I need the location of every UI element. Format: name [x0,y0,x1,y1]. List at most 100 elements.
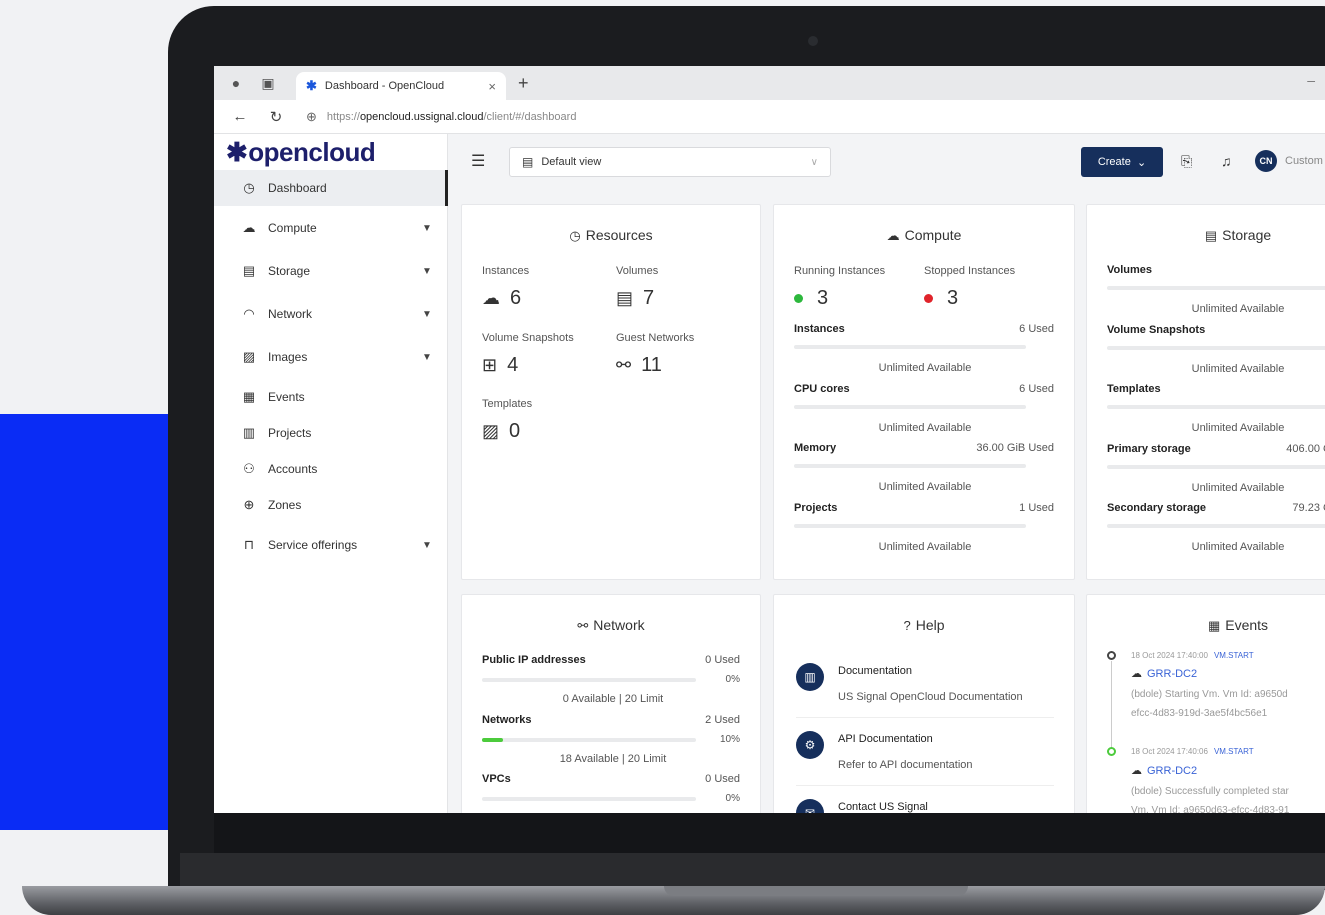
question-circle-icon: ? [903,618,911,633]
quota-progress-bar [482,678,696,682]
volumes-count[interactable]: ▤ 7 [616,287,654,310]
project-switch-icon[interactable]: ⎘ [1181,153,1192,170]
sidebar-item-label: Accounts [268,462,318,476]
quota-available: Unlimited Available [1191,422,1285,434]
event-resource-link[interactable]: ☁ GRR-DC2 [1131,764,1197,777]
browser-tab[interactable]: ✱ Dashboard - OpenCloud × [296,72,506,100]
new-tab-icon[interactable]: + [518,73,529,94]
sidebar: ✱opencloud ◷ Dashboard ☁ Compute ▼ ▤ Sto… [214,134,448,813]
templates-count[interactable]: ▨ 0 [482,420,520,443]
menu-fold-icon[interactable]: ☰ [471,151,485,171]
quota-available: Unlimited Available [878,421,972,434]
account-name[interactable]: Custom [1285,155,1323,167]
quota-used: 406.00 Gi [1286,442,1325,455]
sidebar-item-label: Zones [268,498,302,512]
layout-icon: ▤ [522,155,534,169]
sidebar-item-events[interactable]: ▦ Events [214,379,448,415]
apartment-icon: ⚯ [577,618,589,633]
quota-progress-bar [794,345,1026,349]
sidebar-item-network[interactable]: ◠ Network ▼ [214,296,448,332]
quota-available: Unlimited Available [878,362,972,374]
volume-snapshots-label: Volume Snapshots [482,332,574,344]
event-description: (bdole) Starting Vm. Vm Id: a9650d [1131,689,1288,700]
chevron-down-icon: ▼ [422,539,432,551]
instances-count[interactable]: ☁ 6 [482,287,521,310]
resources-card: ◷ Resources Instances Volumes ☁ 6 ▤ 7 Volum… [461,204,761,580]
api-icon[interactable]: ⚙ [796,731,824,759]
quota-label: Volumes [1107,264,1153,276]
reload-icon[interactable]: ↻ [266,108,286,126]
help-item-title[interactable]: API Documentation [838,733,933,745]
stopped-instances-count[interactable]: 3 [924,287,958,310]
schedule-icon: ▦ [242,389,256,404]
sidebar-item-label: Compute [268,221,317,235]
sidebar-item-dashboard[interactable]: ◷ Dashboard [214,170,448,206]
quota-used: 6 Used [1019,382,1054,395]
chevron-down-icon: ⌄ [1136,156,1147,169]
quota-label: Projects [794,501,838,514]
book-icon[interactable]: ▥ [796,663,824,691]
blue-accent-block [0,414,170,830]
event-resource-link[interactable]: ☁ GRR-DC2 [1131,667,1197,680]
help-card: ? Help ▥ Documentation US Signal OpenClou… [773,594,1075,813]
quota-label: Public IP addresses [482,654,586,666]
laptop-screen: ● ▣ ✱ Dashboard - OpenCloud × + – ← ↻ ⊕ … [214,66,1325,813]
quota-label: Memory [794,442,837,454]
sidebar-item-zones[interactable]: ⊕ Zones [214,487,448,523]
quota-available: Unlimited Available [1191,303,1285,315]
tab-groups-icon[interactable]: ▣ [258,73,278,93]
site-info-icon[interactable]: ⊕ [306,109,317,125]
sidebar-item-label: Dashboard [268,181,327,195]
url-field[interactable]: ⊕ https://opencloud.ussignal.cloud/clien… [306,104,576,130]
sidebar-item-images[interactable]: ▨ Images ▼ [214,339,448,375]
sidebar-item-service-offerings[interactable]: ⊓ Service offerings ▼ [214,527,448,563]
create-button[interactable]: Create ⌄ [1081,147,1163,177]
sidebar-item-compute[interactable]: ☁ Compute ▼ [214,210,448,246]
help-item-title[interactable]: Contact US Signal [838,801,928,813]
contact-icon[interactable]: ✉ [796,799,824,813]
bell-icon[interactable]: ♫ [1221,153,1232,169]
sidebar-item-label: Events [268,390,305,404]
card-title: ▦ Events [1207,617,1269,633]
guest-networks-count[interactable]: ⚯ 11 [616,354,662,377]
create-button-label: Create [1097,156,1131,168]
view-select[interactable]: ▤ Default view ∨ [509,147,831,177]
minimize-window-icon[interactable]: – [1307,72,1315,88]
help-item-subtitle: US Signal OpenCloud Documentation [838,691,1023,703]
compute-card: ☁ Compute Running Instances Stopped Insta… [773,204,1075,580]
close-tab-icon[interactable]: × [488,79,496,94]
quota-available: 0 Available | 20 Limit [562,693,664,705]
url-host: opencloud.ussignal.cloud [359,110,484,123]
running-instances-count[interactable]: 3 [794,287,828,310]
quota-progress-bar [482,797,696,801]
cloud-server-icon: ☁ [1131,668,1142,680]
team-icon: ⚇ [243,461,255,476]
chevron-down-icon: ▼ [422,265,432,277]
quota-available: Unlimited Available [1191,362,1285,375]
quota-progress-bar [794,404,1026,409]
quota-label: Networks [482,713,532,726]
volume-snapshots-count[interactable]: ⊞ 4 [482,354,518,377]
logo-text: opencloud [248,137,376,167]
quota-progress-bar [1107,286,1325,290]
profile-icon[interactable]: ● [226,73,246,93]
database-icon: ▤ [1204,228,1218,243]
tab-title: Dashboard - OpenCloud [324,80,445,92]
avatar[interactable]: CN [1255,150,1277,172]
quota-progress-bar [794,523,1026,528]
sidebar-item-projects[interactable]: ▥ Projects [214,415,448,451]
opencloud-logo[interactable]: ✱opencloud [226,137,376,168]
quota-progress-fill [482,737,504,742]
url-prefix: https:// [326,110,360,123]
sidebar-item-storage[interactable]: ▤ Storage ▼ [214,253,448,289]
volumes-label: Volumes [616,265,659,277]
quota-label: Templates [1107,383,1161,395]
quota-used: 36.00 GiB Used [976,442,1054,454]
quota-percent: 0% [725,793,740,804]
quota-percent: 0% [725,674,740,685]
help-item-title[interactable]: Documentation [838,665,912,677]
quota-progress-bar [1107,345,1325,350]
view-select-value: Default view [541,156,602,168]
back-icon[interactable]: ← [230,108,250,125]
sidebar-item-accounts[interactable]: ⚇ Accounts [214,451,448,487]
